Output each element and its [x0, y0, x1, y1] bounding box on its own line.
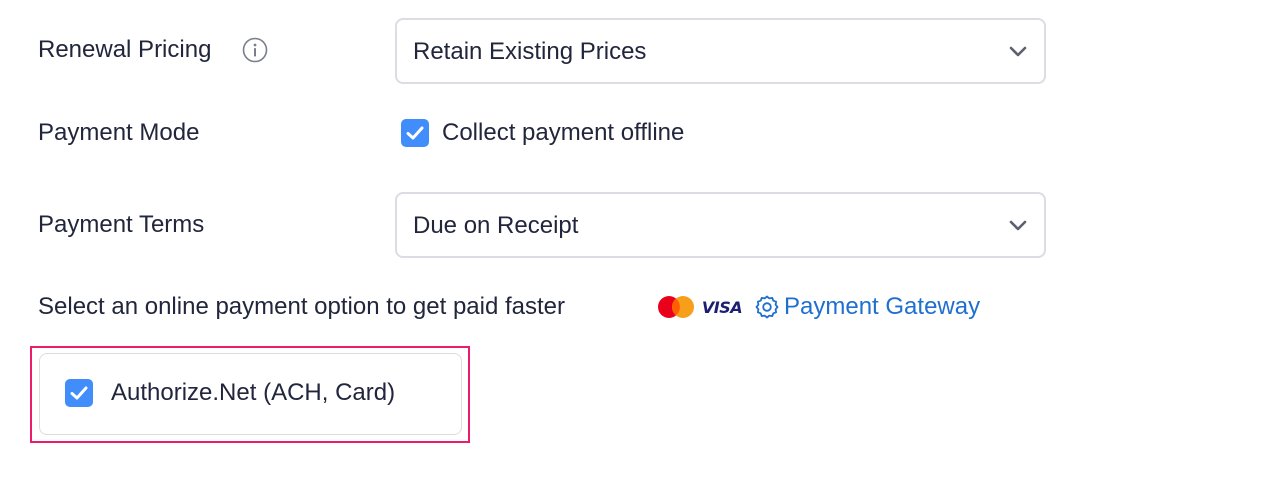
payment-terms-value: Due on Receipt	[413, 212, 579, 239]
renewal-pricing-label: Renewal Pricing	[38, 36, 212, 63]
renewal-pricing-select[interactable]: Retain Existing Prices	[395, 18, 1046, 84]
mastercard-icon	[658, 296, 694, 318]
payment-terms-label: Payment Terms	[38, 211, 205, 238]
payment-mode-label: Payment Mode	[38, 119, 200, 146]
payment-gateway-link[interactable]: Payment Gateway	[754, 292, 980, 322]
chevron-down-icon	[1009, 46, 1027, 57]
authorize-net-label[interactable]: Authorize.Net (ACH, Card)	[111, 378, 395, 408]
check-icon	[70, 386, 88, 400]
payment-gateway-label[interactable]: Payment Gateway	[784, 292, 980, 322]
check-icon	[406, 126, 424, 140]
svg-text:VISA: VISA	[702, 298, 742, 317]
info-circle-icon[interactable]	[242, 37, 268, 63]
payment-terms-select[interactable]: Due on Receipt	[395, 192, 1046, 258]
authorize-net-checkbox[interactable]	[65, 379, 93, 407]
visa-icon: VISA	[702, 298, 742, 317]
collect-offline-label[interactable]: Collect payment offline	[442, 118, 684, 148]
renewal-pricing-value: Retain Existing Prices	[413, 38, 647, 65]
collect-offline-checkbox[interactable]	[401, 119, 429, 147]
online-payment-prompt: Select an online payment option to get p…	[38, 293, 566, 320]
gear-icon	[755, 295, 779, 319]
chevron-down-icon	[1009, 220, 1027, 231]
authorize-net-option[interactable]: Authorize.Net (ACH, Card)	[39, 353, 462, 435]
